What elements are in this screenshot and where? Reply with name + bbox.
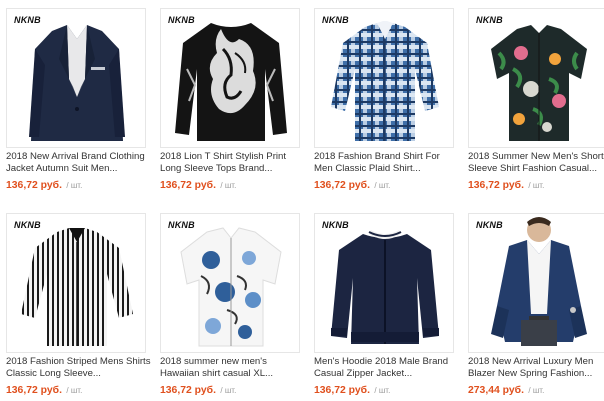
product-title[interactable]: 2018 New Arrival Luxury Men Blazer New Sp… <box>468 356 604 380</box>
floral-shirt-icon <box>491 25 587 141</box>
product-title[interactable]: 2018 New Arrival Brand Clothing Jacket Au… <box>6 151 154 175</box>
product-price: 136,72 руб. <box>160 385 216 396</box>
product-image[interactable]: NKNB <box>160 8 300 148</box>
price-row: 136,72 руб. / шт. <box>160 380 236 398</box>
brand-logo: NKNB <box>168 15 195 25</box>
plaid-shirt-icon <box>331 21 439 141</box>
price-unit: / шт. <box>66 386 83 395</box>
suit-blazer-icon <box>29 25 125 141</box>
product-image[interactable]: NKNB <box>314 8 454 148</box>
brand-logo: NKNB <box>476 220 503 230</box>
product-title[interactable]: 2018 summer new men's Hawaiian shirt casu… <box>160 356 308 380</box>
brand-logo: NKNB <box>14 220 41 230</box>
zipper-jacket-icon <box>331 230 439 344</box>
hawaiian-shirt-icon <box>180 227 282 347</box>
price-unit: / шт. <box>66 181 83 190</box>
brand-logo: NKNB <box>14 15 41 25</box>
price-unit: / шт. <box>374 181 391 190</box>
lion-tshirt-icon <box>175 23 287 141</box>
striped-shirt-icon <box>21 228 133 346</box>
product-title[interactable]: 2018 Fashion Striped Mens Shirts Classic … <box>6 356 154 380</box>
product-price: 136,72 руб. <box>468 180 524 191</box>
product-title[interactable]: 2018 Lion T Shirt Stylish Print Long Slee… <box>160 151 308 175</box>
brand-logo: NKNB <box>168 220 195 230</box>
product-image[interactable]: NKNB <box>314 213 454 353</box>
price-row: 136,72 руб. / шт. <box>468 175 544 193</box>
brand-logo: NKNB <box>322 15 349 25</box>
product-price: 136,72 руб. <box>6 385 62 396</box>
product-price: 136,72 руб. <box>160 180 216 191</box>
product-title[interactable]: 2018 Summer New Men's Short Sleeve Shirt … <box>468 151 604 175</box>
price-row: 136,72 руб. / шт. <box>314 175 390 193</box>
price-row: 136,72 руб. / шт. <box>6 380 82 398</box>
product-price: 273,44 руб. <box>468 385 524 396</box>
product-image[interactable]: NKNB <box>6 8 146 148</box>
brand-logo: NKNB <box>322 220 349 230</box>
blazer-model-icon <box>491 217 587 346</box>
product-title[interactable]: Men's Hoodie 2018 Male Brand Casual Zippe… <box>314 356 462 380</box>
price-row: 136,72 руб. / шт. <box>6 175 82 193</box>
price-unit: / шт. <box>528 181 545 190</box>
product-image[interactable]: NKNB <box>160 213 300 353</box>
price-unit: / шт. <box>220 386 237 395</box>
product-image[interactable]: NKNB <box>6 213 146 353</box>
price-unit: / шт. <box>528 386 545 395</box>
price-row: 273,44 руб. / шт. <box>468 380 544 398</box>
price-unit: / шт. <box>220 181 237 190</box>
price-row: 136,72 руб. / шт. <box>314 380 390 398</box>
product-price: 136,72 руб. <box>6 180 62 191</box>
product-price: 136,72 руб. <box>314 385 370 396</box>
product-price: 136,72 руб. <box>314 180 370 191</box>
product-image[interactable]: NKNB <box>468 8 604 148</box>
price-row: 136,72 руб. / шт. <box>160 175 236 193</box>
product-title[interactable]: 2018 Fashion Brand Shirt For Men Classic … <box>314 151 462 175</box>
price-unit: / шт. <box>374 386 391 395</box>
product-image[interactable]: NKNB <box>468 213 604 353</box>
brand-logo: NKNB <box>476 15 503 25</box>
